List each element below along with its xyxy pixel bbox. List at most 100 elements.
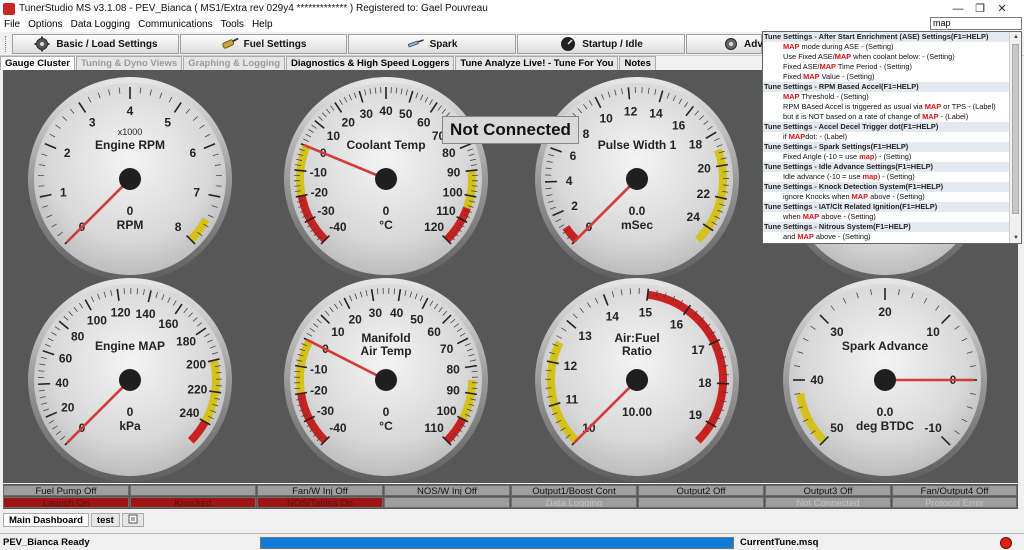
result-highlight: MAP — [797, 232, 814, 241]
gauge-tick-label: 7 — [193, 185, 200, 199]
tab-gauge-cluster[interactable]: Gauge Cluster — [0, 56, 75, 70]
search-result-item[interactable]: and MAP above - (Setting) — [763, 232, 1009, 242]
app-icon — [3, 2, 15, 15]
tab-notes[interactable]: Notes — [619, 56, 656, 70]
gauge-tick-label: 14 — [649, 107, 663, 121]
menu-tools[interactable]: Tools — [217, 19, 248, 30]
scroll-thumb[interactable] — [1012, 44, 1019, 214]
gauge-tick-label: -30 — [317, 404, 335, 418]
tab-main-dashboard[interactable]: Main Dashboard — [3, 513, 89, 527]
search-result-item[interactable]: Fixed Angle (-10 = use map) - (Setting) — [763, 152, 1009, 162]
gauge-value: 0 — [383, 204, 390, 218]
toolbar-grip[interactable] — [5, 36, 8, 52]
tab-diagnostics[interactable]: Diagnostics & High Speed Loggers — [286, 56, 455, 70]
gauge-tick-label: -10 — [924, 421, 942, 435]
search-result-item[interactable]: MAP mode during ASE - (Setting) — [763, 42, 1009, 52]
gauge-tick-label: 90 — [447, 165, 461, 179]
result-highlight: MAP — [788, 132, 806, 141]
gauge-tick-label: 8 — [175, 220, 182, 234]
injector-icon — [221, 37, 239, 51]
search-result-header[interactable]: Tune Settings - After Start Enrichment (… — [763, 32, 1009, 42]
gauge-tick-label: 80 — [446, 362, 460, 376]
not-connected-banner: Not Connected — [442, 116, 579, 144]
toolbar-label: Spark — [429, 38, 458, 50]
tab-test[interactable]: test — [90, 513, 120, 527]
search-result-item[interactable]: Fixed MAP Value - (Setting) — [763, 72, 1009, 82]
search-result-item[interactable]: RPM BAsed Accel is triggered as usual vi… — [763, 102, 1009, 112]
gauge-tick-label: 30 — [830, 325, 844, 339]
menu-help[interactable]: Help — [248, 19, 277, 30]
gauge-tick-label: 50 — [830, 421, 844, 435]
gauge-units: mSec — [621, 218, 653, 232]
gauge-tick-label: 20 — [61, 400, 75, 414]
result-text: ) - (Setting) — [877, 172, 915, 181]
basic-load-settings-button[interactable]: Basic / Load Settings — [12, 34, 179, 54]
search-result-header[interactable]: Tune Settings - IAT/Clt Related Ignition… — [763, 202, 1009, 212]
result-text: when coolant below: - (Setting) — [851, 52, 955, 61]
indicator-light: Output2 Off — [638, 485, 764, 496]
result-highlight: MAP — [783, 92, 800, 101]
spark-button[interactable]: Spark — [348, 34, 516, 54]
gauge-tick-label: 1 — [60, 185, 67, 199]
gauge-hub — [119, 369, 141, 391]
stop-icon[interactable] — [1000, 537, 1012, 549]
search-result-item[interactable]: ignore Knocks when MAP above - (Setting) — [763, 192, 1009, 202]
gauge-minor-tick — [376, 288, 379, 295]
search-result-header[interactable]: Tune Settings - Accel Decel Trigger dot(… — [763, 122, 1009, 132]
search-result-header[interactable]: Tune Settings - Spark Settings(F1=HELP) — [763, 142, 1009, 152]
gauge-hub — [375, 369, 397, 391]
search-result-header[interactable]: Tune Settings - RPM Based Accel(F1=HELP) — [763, 82, 1009, 92]
gauge-tick-label: 6 — [570, 149, 577, 163]
search-result-item[interactable]: when MAP above - (Setting) — [763, 212, 1009, 222]
popup-scrollbar[interactable]: ▲ ▼ — [1009, 32, 1021, 243]
gauge-tick-label: 180 — [176, 335, 196, 349]
gauge-tick-label: 17 — [691, 343, 705, 357]
scroll-down-icon[interactable]: ▼ — [1010, 233, 1021, 243]
search-result-header[interactable]: Tune Settings - Idle Advance Settings(F1… — [763, 162, 1009, 172]
gauge-tick-label: -20 — [310, 384, 328, 398]
menu-bar: File Options Data Logging Communications… — [0, 17, 1024, 32]
gauge-minor-tick — [471, 370, 478, 373]
tab-graphing-logging[interactable]: Graphing & Logging — [183, 56, 286, 70]
new-dashboard-tab-button[interactable] — [121, 513, 144, 527]
scroll-up-icon[interactable]: ▲ — [1010, 32, 1021, 42]
gauge-tick-label: 110 — [436, 204, 456, 218]
search-input[interactable]: map — [930, 17, 1022, 30]
result-text: Fixed — [783, 72, 804, 81]
menu-file[interactable]: File — [0, 19, 24, 30]
menu-data-logging[interactable]: Data Logging — [67, 19, 135, 30]
advanced-button[interactable]: Adva — [686, 34, 768, 54]
gauge-tick-label: 11 — [565, 392, 578, 406]
menu-options[interactable]: Options — [24, 19, 66, 30]
gauge-tick-label: 15 — [639, 306, 653, 320]
tab-tuning-dyno-views[interactable]: Tuning & Dyno Views — [75, 56, 183, 70]
gauge-tick-label: 10 — [331, 325, 345, 339]
gauge-tick-label: 14 — [606, 310, 620, 324]
spark-plug-icon — [407, 37, 425, 51]
result-text: mode during ASE - (Setting) — [799, 42, 894, 51]
gauge-major-tick — [627, 87, 631, 100]
dashboard-tabs: Main Dashboard test — [3, 513, 146, 527]
search-result-item[interactable]: but it is NOT based on a rate of change … — [763, 112, 1009, 122]
gauge-value: 0 — [383, 405, 390, 419]
result-highlight: MAP — [834, 52, 852, 61]
search-result-header[interactable]: Tune Settings - Knock Detection System(F… — [763, 182, 1009, 192]
result-text: Use Fixed ASE/ — [783, 52, 835, 61]
gauge-tick-label: 200 — [186, 357, 206, 371]
menu-communications[interactable]: Communications — [134, 19, 216, 30]
fuel-settings-button[interactable]: Fuel Settings — [180, 34, 347, 54]
gauge-tick-label: 20 — [697, 161, 711, 175]
search-result-item[interactable]: if MAPdot: - (Label) — [763, 132, 1009, 142]
startup-idle-button[interactable]: Startup / Idle — [517, 34, 685, 54]
status-text: PEV_Bianca Ready — [3, 537, 90, 548]
search-result-item[interactable]: MAP Threshold - (Setting) — [763, 92, 1009, 102]
close-button[interactable]: ✕ — [980, 0, 1024, 17]
gauge-tick-label: 18 — [698, 376, 712, 390]
gauge-tick-label: 4 — [566, 174, 573, 188]
tab-tune-analyze-live[interactable]: Tune Analyze Live! - Tune For You — [455, 56, 619, 70]
search-result-item[interactable]: Use Fixed ASE/MAP when coolant below: - … — [763, 52, 1009, 62]
search-result-header[interactable]: Tune Settings - Nitrous System(F1=HELP) — [763, 222, 1009, 232]
gauge-tick-label: 10 — [926, 325, 940, 339]
search-result-item[interactable]: Idle advance (-10 = use map) - (Setting) — [763, 172, 1009, 182]
search-result-item[interactable]: Fixed ASE/MAP Time Period - (Setting) — [763, 62, 1009, 72]
